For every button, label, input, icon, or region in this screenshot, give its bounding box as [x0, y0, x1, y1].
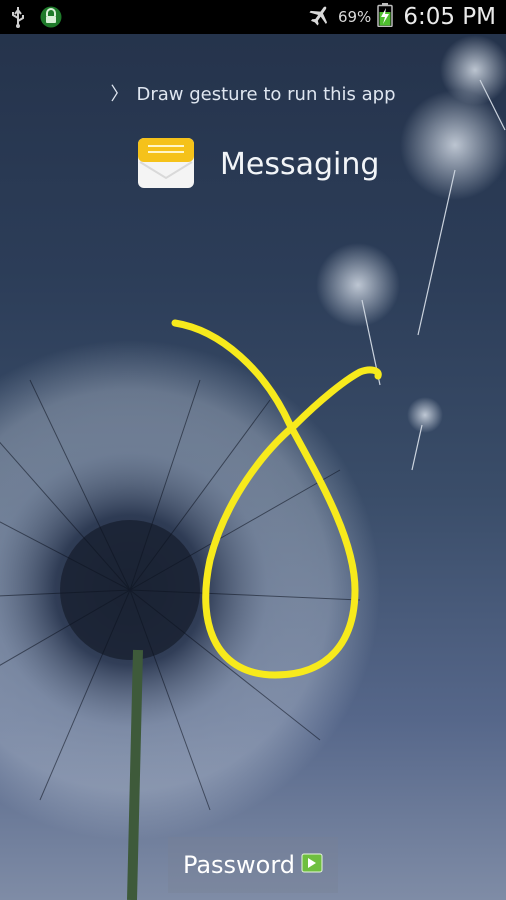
messaging-envelope-icon: [136, 132, 196, 196]
lock-icon: [40, 6, 62, 32]
usb-icon: [10, 6, 26, 32]
clock: 6:05 PM: [403, 4, 496, 30]
battery-charging-icon: [377, 3, 394, 31]
chevron-right-icon: 〉: [110, 84, 129, 105]
password-button[interactable]: Password: [168, 837, 338, 893]
arrow-right-icon: [301, 853, 323, 877]
gesture-hint-text: Draw gesture to run this app: [136, 84, 396, 105]
airplane-mode-icon: [308, 4, 332, 30]
lock-screen: 69% 6:05 PM 〉 Draw gesture to run this ap…: [0, 0, 506, 900]
status-bar: 69% 6:05 PM: [0, 0, 506, 34]
battery-percent: 69%: [337, 8, 372, 26]
gesture-hint: 〉 Draw gesture to run this app: [0, 80, 506, 106]
app-name: Messaging: [220, 146, 380, 182]
gesture-app-shortcut: Messaging: [136, 134, 379, 194]
password-button-label: Password: [182, 851, 296, 879]
